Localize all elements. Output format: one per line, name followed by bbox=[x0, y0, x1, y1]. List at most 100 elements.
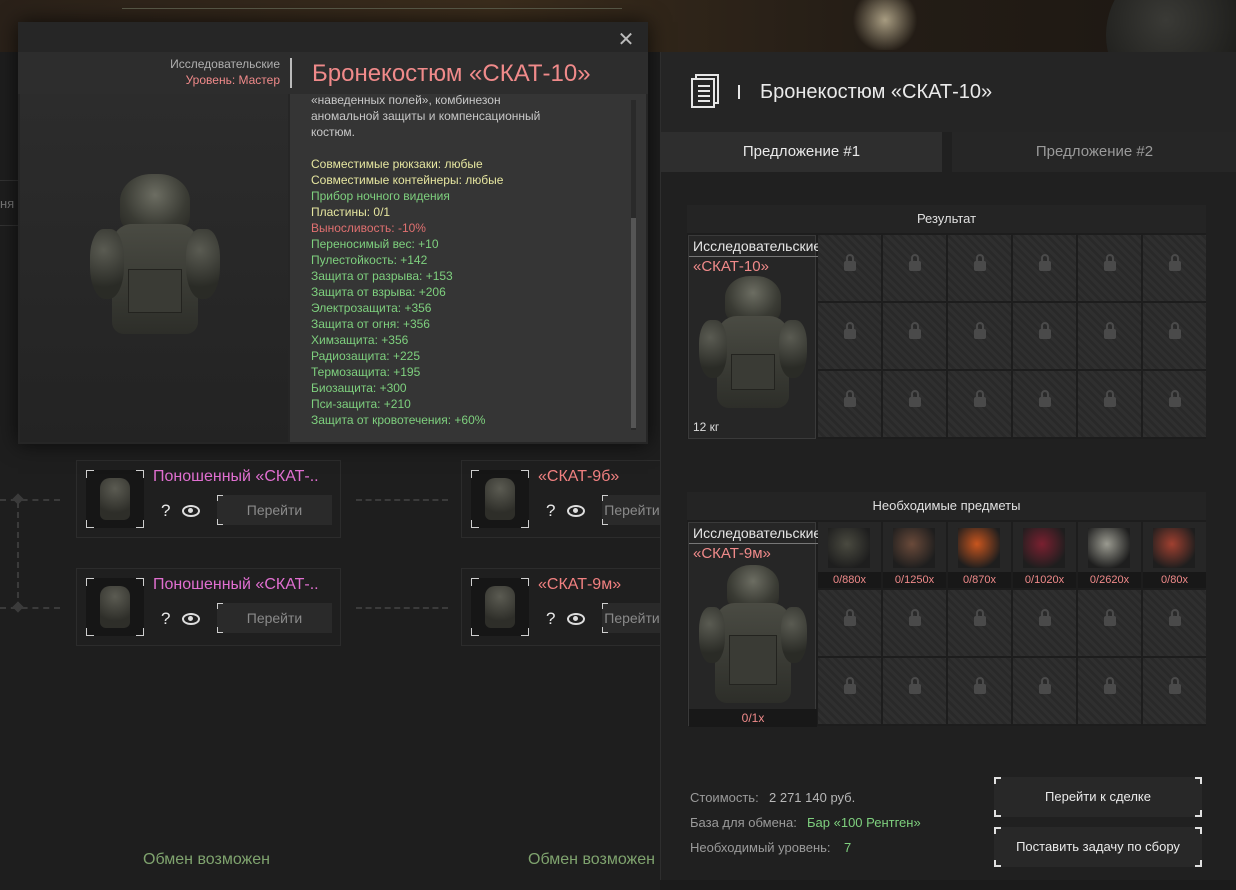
locked-slot bbox=[1078, 658, 1141, 724]
stat-line: Пси-защита: +210 bbox=[311, 397, 411, 411]
tooltip-title: Бронекостюм «СКАТ-10» bbox=[312, 60, 591, 87]
lock-icon bbox=[909, 677, 921, 694]
lock-icon bbox=[909, 254, 921, 271]
stat-line bbox=[311, 140, 621, 156]
lock-icon bbox=[1169, 390, 1181, 407]
lock-icon bbox=[974, 322, 986, 339]
locked-slot bbox=[818, 590, 881, 656]
lock-icon bbox=[844, 322, 856, 339]
lock-icon bbox=[974, 254, 986, 271]
required-item-slot[interactable]: 0/1020x bbox=[1013, 522, 1076, 588]
locked-slot bbox=[818, 371, 881, 437]
stat-line: Выносливость: -10% bbox=[311, 221, 426, 235]
tooltip-description: «наведенных полей», комбинезон аномальной… bbox=[290, 94, 646, 442]
tab-offer-1[interactable]: Предложение #1 bbox=[661, 132, 942, 172]
left-tab[interactable]: ня bbox=[0, 180, 20, 226]
tooltip-scrollbar[interactable] bbox=[631, 100, 636, 430]
eye-icon[interactable] bbox=[567, 613, 585, 625]
goto-button[interactable]: Перейти bbox=[217, 495, 332, 525]
locked-slot bbox=[948, 303, 1011, 369]
question-icon[interactable]: ? bbox=[161, 609, 170, 629]
stat-line: Радиозащита: +225 bbox=[311, 349, 421, 363]
card-title: «СКАТ-9б» bbox=[538, 468, 620, 485]
locked-slot bbox=[1143, 590, 1206, 656]
tab-offer-2[interactable]: Предложение #2 bbox=[952, 132, 1236, 172]
question-icon[interactable]: ? bbox=[546, 609, 555, 629]
goto-button[interactable]: Перейти bbox=[602, 495, 662, 525]
locked-slot bbox=[818, 235, 881, 301]
stat-line: Электрозащита: +356 bbox=[311, 301, 432, 315]
lock-icon bbox=[1039, 677, 1051, 694]
artifact-icon bbox=[1153, 528, 1195, 568]
locked-slot bbox=[1143, 303, 1206, 369]
connector bbox=[17, 502, 19, 608]
cost-label: Стоимость: bbox=[690, 790, 759, 805]
lock-icon bbox=[1039, 322, 1051, 339]
cost-value: 2 271 140 руб. bbox=[769, 790, 856, 805]
lock-icon bbox=[1169, 609, 1181, 626]
lock-icon bbox=[844, 677, 856, 694]
locked-slot bbox=[883, 658, 946, 724]
eye-icon[interactable] bbox=[182, 613, 200, 625]
stat-line: костюм. bbox=[311, 125, 356, 139]
locked-slot bbox=[818, 658, 881, 724]
item-tooltip: Исследовательские Уровень: Мастер Бронек… bbox=[18, 22, 648, 444]
required-item-slot[interactable]: 0/2620x bbox=[1078, 522, 1141, 588]
lock-icon bbox=[974, 390, 986, 407]
question-icon[interactable]: ? bbox=[546, 501, 555, 521]
lock-icon bbox=[1104, 609, 1116, 626]
close-icon[interactable]: ✕ bbox=[616, 30, 636, 50]
required-item-slot[interactable]: 0/1250x bbox=[883, 522, 946, 588]
locked-slot bbox=[1013, 658, 1076, 724]
goto-deal-button[interactable]: Перейти к сделке bbox=[994, 777, 1202, 817]
locked-slot bbox=[948, 658, 1011, 724]
recipe-card[interactable]: «СКАТ-9м» ? Перейти bbox=[461, 568, 662, 646]
locked-slot bbox=[1078, 371, 1141, 437]
lock-icon bbox=[1169, 254, 1181, 271]
recipe-card[interactable]: «СКАТ-9б» ? Перейти bbox=[461, 460, 662, 538]
connector bbox=[356, 499, 448, 501]
required-item-slot[interactable]: 0/80x bbox=[1143, 522, 1206, 588]
locked-slot bbox=[1013, 235, 1076, 301]
eye-icon[interactable] bbox=[182, 505, 200, 517]
question-icon[interactable]: ? bbox=[161, 501, 170, 521]
stat-line: Пластины: 0/1 bbox=[311, 205, 391, 219]
goto-button[interactable]: Перейти bbox=[602, 603, 662, 633]
stat-line: Химзащита: +356 bbox=[311, 333, 409, 347]
locked-slot bbox=[1078, 303, 1141, 369]
stat-line: Защита от разрыва: +153 bbox=[311, 269, 453, 283]
stat-line: Термозащита: +195 bbox=[311, 365, 421, 379]
lock-icon bbox=[1104, 390, 1116, 407]
required-main-item[interactable]: Исследовательские «СКАТ-9м» 0/1x bbox=[688, 522, 823, 727]
collect-task-button[interactable]: Поставить задачу по сбору bbox=[994, 827, 1202, 867]
lock-icon bbox=[974, 677, 986, 694]
battery-icon bbox=[828, 528, 870, 568]
required-header: Необходимые предметы bbox=[687, 492, 1206, 520]
stat-line: аномальной защиты и компенсационный bbox=[311, 109, 541, 123]
lock-icon bbox=[844, 390, 856, 407]
locked-slot bbox=[948, 590, 1011, 656]
locked-slot bbox=[1143, 371, 1206, 437]
armor-image bbox=[699, 276, 807, 416]
goto-button[interactable]: Перейти bbox=[217, 603, 332, 633]
item-category: Исследовательские bbox=[693, 238, 822, 254]
required-item-slot[interactable]: 0/870x bbox=[948, 522, 1011, 588]
stat-line: Защита от огня: +356 bbox=[311, 317, 430, 331]
connector-node bbox=[12, 601, 24, 613]
required-item-slot[interactable]: 0/880x bbox=[818, 522, 881, 588]
stat-line: Биозащита: +300 bbox=[311, 381, 407, 395]
item-count: 0/2620x bbox=[1078, 572, 1141, 588]
result-box: Результат Исследовательские «СКАТ-10» 12… bbox=[687, 205, 1206, 439]
recipe-card[interactable]: Поношенный «СКАТ-.. ? Перейти bbox=[76, 568, 341, 646]
exchange-status: Обмен возможен bbox=[143, 851, 270, 868]
recipe-card[interactable]: Поношенный «СКАТ-.. ? Перейти bbox=[76, 460, 341, 538]
lock-icon bbox=[909, 322, 921, 339]
lock-icon bbox=[1039, 609, 1051, 626]
lock-icon bbox=[1169, 322, 1181, 339]
item-weight: 12 кг bbox=[693, 420, 720, 434]
lock-icon bbox=[844, 609, 856, 626]
eye-icon[interactable] bbox=[567, 505, 585, 517]
result-item[interactable]: Исследовательские «СКАТ-10» 12 кг bbox=[688, 235, 823, 439]
item-thumb bbox=[86, 470, 144, 528]
connector bbox=[356, 607, 448, 609]
